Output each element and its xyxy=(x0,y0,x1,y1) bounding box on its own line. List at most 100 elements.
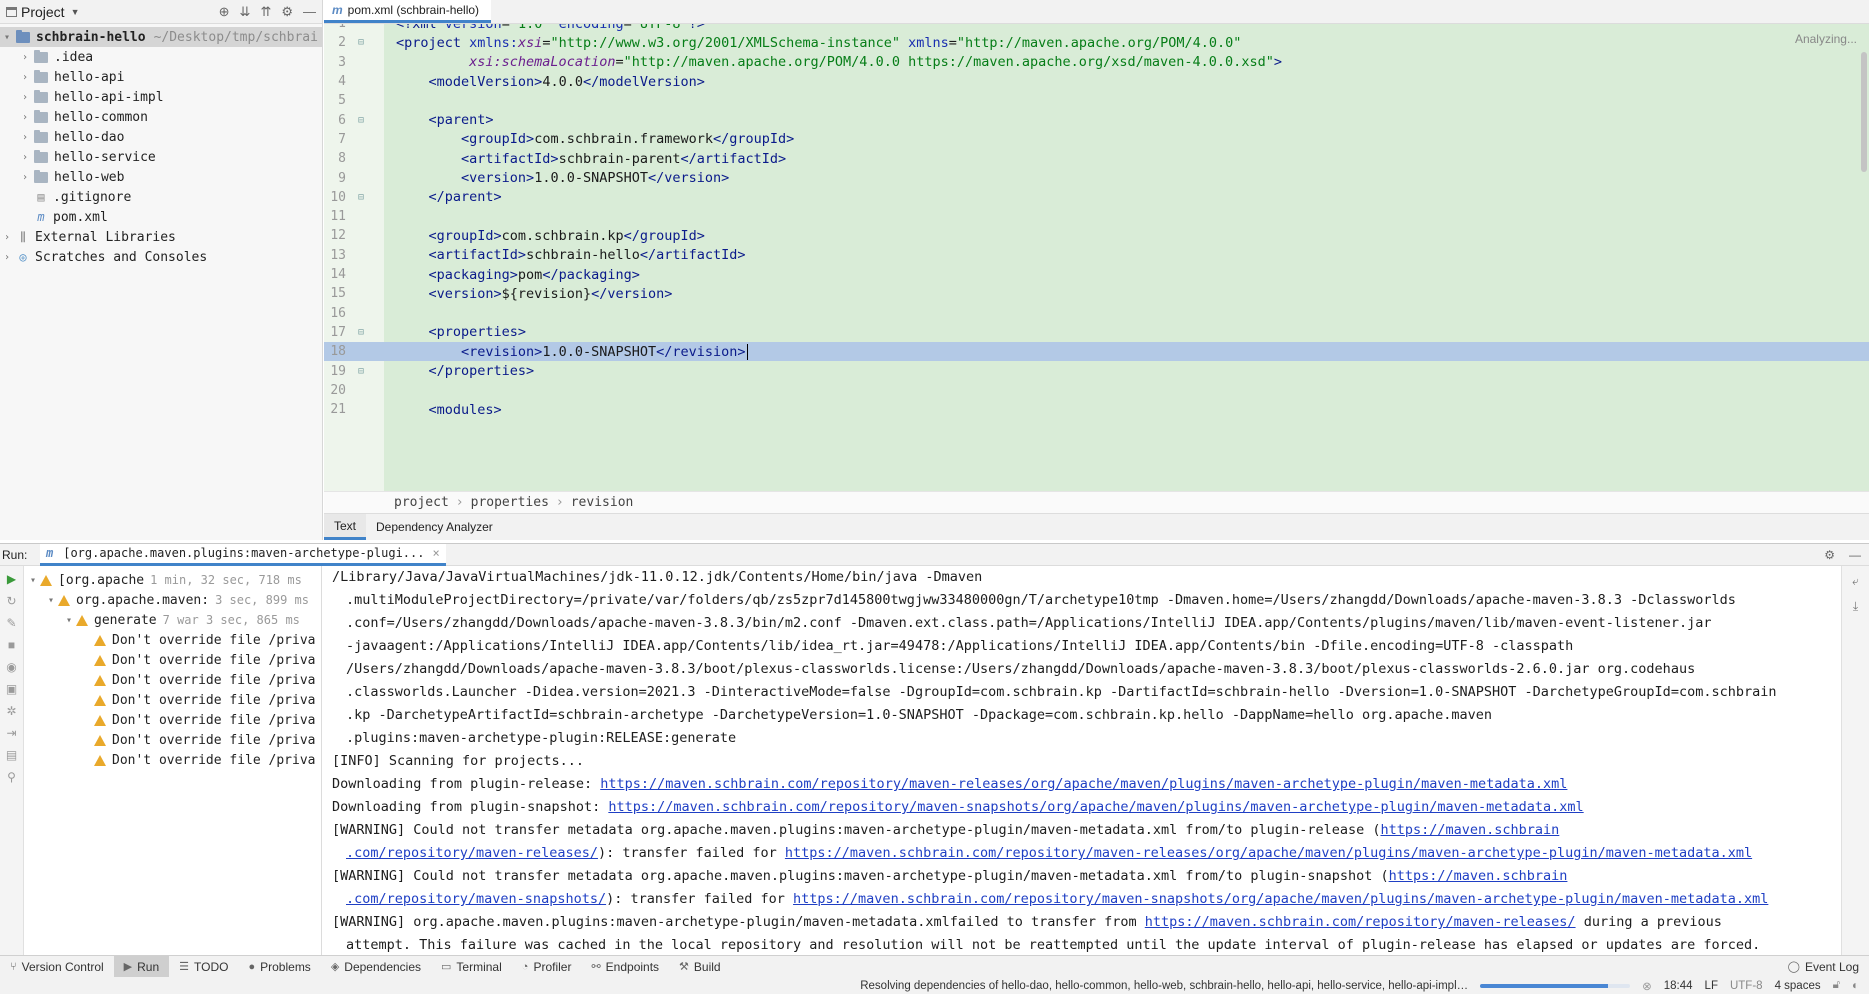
console-link[interactable]: https://maven.schbrain xyxy=(1380,822,1559,838)
editor-scrollbar[interactable] xyxy=(1857,24,1869,491)
console-link[interactable]: https://maven.schbrain.com/repository/ma… xyxy=(785,845,1752,861)
chevron-right-icon[interactable]: › xyxy=(18,72,32,83)
code-line[interactable]: 9 <version>1.0.0-SNAPSHOT</version> xyxy=(324,168,1869,187)
console-link[interactable]: .com/repository/maven-snapshots/ xyxy=(346,891,606,907)
chevron-down-icon[interactable]: ▾ xyxy=(26,575,40,586)
run-tree-item[interactable]: ▾ org.apache.maven: 3 sec, 899 ms xyxy=(24,590,321,610)
terminal-button[interactable]: ▭ Terminal xyxy=(431,956,512,977)
run-tree-item[interactable]: Don't override file /priva xyxy=(24,670,321,690)
fold-icon[interactable]: ⊟ xyxy=(358,327,384,338)
soft-wrap-icon[interactable]: ⤶ xyxy=(1852,574,1859,589)
stop-icon[interactable]: ■ xyxy=(8,638,15,652)
run-tree-item[interactable]: ▾ [org.apache 1 min, 32 sec, 718 ms xyxy=(24,570,321,590)
tree-item[interactable]: › ◎ Scratches and Consoles xyxy=(0,247,322,267)
build-button[interactable]: ⚒ Build xyxy=(669,956,731,977)
tree-item[interactable]: › .idea xyxy=(0,47,322,67)
code-line[interactable]: 6 ⊟ <parent> xyxy=(324,111,1869,130)
event-log-button[interactable]: ◯ Event Log xyxy=(1778,956,1869,977)
code-line[interactable]: 17 ⊟ <properties> xyxy=(324,323,1869,342)
chevron-right-icon[interactable]: › xyxy=(18,152,32,163)
tree-item[interactable]: m pom.xml xyxy=(0,207,322,227)
hide-icon[interactable]: — xyxy=(1849,548,1861,562)
code-editor[interactable]: 1<?xml version="1.0" encoding="UTF-8"?> 2… xyxy=(324,24,1869,491)
settings-icon[interactable]: ✲ xyxy=(6,704,16,718)
chevron-right-icon[interactable]: › xyxy=(0,232,14,243)
line-separator[interactable]: LF xyxy=(1705,980,1718,992)
wrench-icon[interactable]: ✎ xyxy=(6,616,16,630)
chevron-right-icon[interactable]: › xyxy=(18,112,32,123)
code-line[interactable]: 5 xyxy=(324,91,1869,110)
scrollbar-thumb[interactable] xyxy=(1861,52,1867,172)
code-line[interactable]: 13 <artifactId>schbrain-hello</artifactI… xyxy=(324,246,1869,265)
console-link[interactable]: https://maven.schbrain.com/repository/ma… xyxy=(608,799,1583,815)
indent-setting[interactable]: 4 spaces xyxy=(1775,980,1821,992)
tree-item[interactable]: ▤ .gitignore xyxy=(0,187,322,207)
chevron-down-icon[interactable]: ▾ xyxy=(44,595,58,606)
tab-dependency-analyzer[interactable]: Dependency Analyzer xyxy=(366,514,503,540)
console-link[interactable]: .com/repository/maven-releases/ xyxy=(346,845,598,861)
memory-icon[interactable]: ◐ xyxy=(1852,980,1859,992)
profiler-button[interactable]: ◔ Profiler xyxy=(512,956,582,977)
run-tree-item[interactable]: Don't override file /priva xyxy=(24,690,321,710)
fold-icon[interactable]: ⊟ xyxy=(358,366,384,377)
breadcrumb-item[interactable]: project xyxy=(394,495,449,510)
chevron-down-icon[interactable]: ▼ xyxy=(71,7,80,17)
close-icon[interactable]: × xyxy=(432,546,439,560)
breadcrumb-item[interactable]: properties xyxy=(471,495,549,510)
code-line[interactable]: 18 <revision>1.0.0-SNAPSHOT</revision> xyxy=(324,342,1869,362)
chevron-right-icon[interactable]: › xyxy=(18,92,32,103)
tree-item[interactable]: › hello-web xyxy=(0,167,322,187)
hide-icon[interactable]: — xyxy=(303,4,316,20)
run-tree-item[interactable]: Don't override file /priva xyxy=(24,650,321,670)
code-line[interactable]: 21 <modules> xyxy=(324,400,1869,419)
tab-text[interactable]: Text xyxy=(324,514,367,540)
chevron-right-icon[interactable]: ▾ xyxy=(0,32,14,43)
expand-all-icon[interactable]: ⇊ xyxy=(240,4,251,20)
rerun-icon[interactable]: ▶ xyxy=(7,572,16,586)
collapse-all-icon[interactable]: ⇈ xyxy=(260,4,271,20)
dependencies-button[interactable]: ◈ Dependencies xyxy=(321,956,431,977)
locate-icon[interactable]: ⊕ xyxy=(219,4,230,20)
run-tab[interactable]: m [org.apache.maven.plugins:maven-archet… xyxy=(40,543,446,566)
console-output[interactable]: /Library/Java/JavaVirtualMachines/jdk-11… xyxy=(332,566,1841,956)
endpoints-button[interactable]: ⚯ Endpoints xyxy=(581,956,669,977)
tree-item[interactable]: › ⫼ External Libraries xyxy=(0,227,322,247)
rerun-failed-icon[interactable]: ↻ xyxy=(6,594,16,608)
version-control-button[interactable]: ⑂ Version Control xyxy=(0,956,114,977)
console-link[interactable]: https://maven.schbrain xyxy=(1389,868,1568,884)
editor-tab-pom[interactable]: m pom.xml (schbrain-hello) xyxy=(324,0,492,23)
run-tree-item[interactable]: Don't override file /priva xyxy=(24,730,321,750)
fold-icon[interactable]: ⊟ xyxy=(358,37,384,48)
run-tree-item[interactable]: Don't override file /priva xyxy=(24,750,321,770)
pin-icon[interactable]: ⚲ xyxy=(7,770,16,784)
scroll-to-end-icon[interactable]: ⤓ xyxy=(1853,599,1858,614)
chevron-right-icon[interactable]: › xyxy=(0,252,14,263)
code-line[interactable]: 4 <modelVersion>4.0.0</modelVersion> xyxy=(324,72,1869,91)
fold-icon[interactable]: ⊟ xyxy=(358,115,384,126)
eye-icon[interactable]: ◉ xyxy=(6,660,16,674)
code-line[interactable]: 3 xsi:schemaLocation="http://maven.apach… xyxy=(324,53,1869,72)
code-line[interactable]: 20 xyxy=(324,381,1869,400)
gear-icon[interactable]: ⚙ xyxy=(1824,548,1835,562)
tree-item[interactable]: › hello-dao xyxy=(0,127,322,147)
caret-position[interactable]: 18:44 xyxy=(1664,980,1693,992)
tree-item[interactable]: › hello-api-impl xyxy=(0,87,322,107)
layout-icon[interactable]: ▤ xyxy=(6,748,17,762)
code-line[interactable]: 12 <groupId>com.schbrain.kp</groupId> xyxy=(324,226,1869,245)
exit-icon[interactable]: ⇥ xyxy=(6,726,16,740)
chevron-right-icon[interactable]: › xyxy=(18,52,32,63)
breadcrumb-item[interactable]: revision xyxy=(571,495,634,510)
chevron-right-icon[interactable]: › xyxy=(18,172,32,183)
fold-icon[interactable]: ⊟ xyxy=(358,192,384,203)
console-link[interactable]: https://maven.schbrain.com/repository/ma… xyxy=(1145,914,1576,930)
run-tree-item[interactable]: Don't override file /priva xyxy=(24,710,321,730)
tree-item[interactable]: › hello-api xyxy=(0,67,322,87)
gear-icon[interactable]: ⚙ xyxy=(281,4,293,20)
file-encoding[interactable]: UTF-8 xyxy=(1730,980,1763,992)
tree-item[interactable]: › hello-service xyxy=(0,147,322,167)
tree-item[interactable]: › hello-common xyxy=(0,107,322,127)
cancel-task-icon[interactable]: ⊗ xyxy=(1642,979,1652,993)
todo-button[interactable]: ☰ TODO xyxy=(169,956,238,977)
code-line[interactable]: 7 <groupId>com.schbrain.framework</group… xyxy=(324,130,1869,149)
code-line[interactable]: 1 <?xml version="1.0" encoding="UTF-8"?> xyxy=(324,24,1869,33)
